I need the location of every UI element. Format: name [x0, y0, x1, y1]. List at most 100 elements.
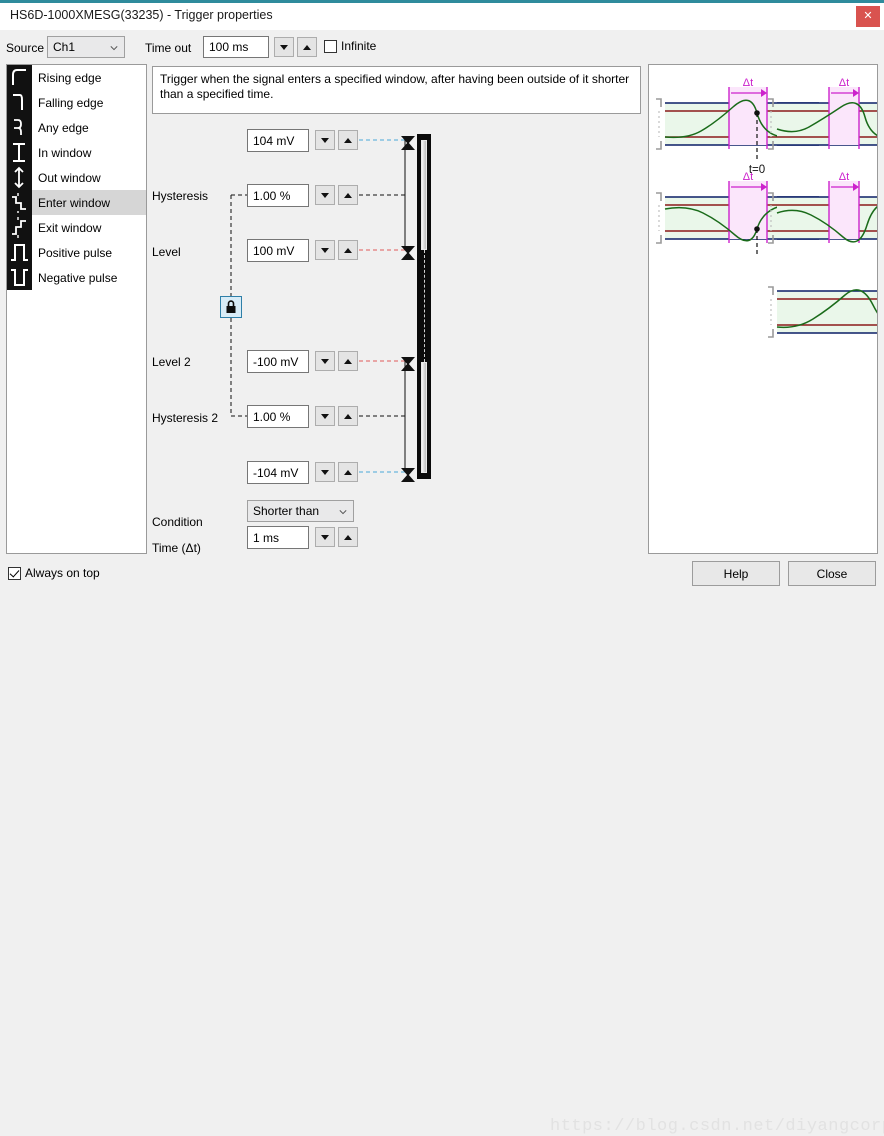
time-dt-decrement-button[interactable]	[315, 527, 335, 547]
chevron-up-icon	[344, 535, 352, 540]
lower-limit-input[interactable]	[247, 461, 309, 484]
time-dt-label: Time (Δt)	[152, 541, 201, 555]
trigger-list-item-label: Rising edge	[38, 71, 101, 85]
help-button[interactable]: Help	[692, 561, 780, 586]
source-select-value: Ch1	[53, 40, 75, 54]
slider-link-dash	[424, 250, 425, 362]
hysteresis2-label: Hysteresis 2	[152, 411, 218, 425]
level2-input[interactable]	[247, 350, 309, 373]
chevron-up-icon	[344, 138, 352, 143]
trigger-list-item-enter-window[interactable]: Enter window	[7, 190, 146, 215]
window-title: HS6D-1000XMESG(33235) - Trigger properti…	[10, 8, 273, 22]
trigger-list-item-label: Falling edge	[38, 96, 103, 110]
level-connector-lines	[152, 120, 641, 550]
timeout-decrement-button[interactable]	[274, 37, 294, 57]
hysteresis-increment-button[interactable]	[338, 185, 358, 205]
dt-label-1: Δt	[743, 77, 753, 89]
negative-pulse-icon	[7, 265, 32, 290]
hysteresis2-input[interactable]	[247, 405, 309, 428]
hysteresis2-increment-button[interactable]	[338, 406, 358, 426]
condition-select[interactable]: Shorter than	[247, 500, 354, 522]
chevron-down-icon	[339, 508, 347, 516]
level2-label: Level 2	[152, 355, 191, 369]
hysteresis-input[interactable]	[247, 184, 309, 207]
source-select[interactable]: Ch1	[47, 36, 125, 58]
hysteresis2-decrement-button[interactable]	[315, 406, 335, 426]
enter-window-icon	[7, 190, 32, 215]
condition-select-value: Shorter than	[253, 504, 319, 518]
chevron-down-icon	[280, 45, 288, 50]
window-close-button[interactable]: ✕	[856, 6, 880, 27]
chevron-down-icon	[110, 44, 118, 52]
watermark-text: https://blog.csdn.net/diyangcorp	[550, 1117, 884, 1136]
chevron-down-icon	[321, 535, 329, 540]
level-increment-button[interactable]	[338, 240, 358, 260]
positive-pulse-icon	[7, 240, 32, 265]
source-label: Source	[6, 41, 44, 55]
hysteresis-decrement-button[interactable]	[315, 185, 335, 205]
lower-limit-increment-button[interactable]	[338, 462, 358, 482]
level-decrement-button[interactable]	[315, 240, 335, 260]
always-on-top-label: Always on top	[25, 566, 100, 580]
trigger-description: Trigger when the signal enters a specifi…	[152, 66, 641, 114]
upper-limit-decrement-button[interactable]	[315, 130, 335, 150]
trigger-list-item-exit-window[interactable]: Exit window	[7, 215, 146, 240]
upper-limit-increment-button[interactable]	[338, 130, 358, 150]
upper-limit-marker	[401, 136, 415, 150]
infinite-checkbox[interactable]: Infinite	[324, 39, 376, 53]
infinite-label: Infinite	[341, 39, 376, 53]
level-marker	[401, 246, 415, 260]
out-window-icon	[7, 165, 32, 190]
preview-diagram-2: Δt	[768, 77, 877, 149]
title-bar: HS6D-1000XMESG(33235) - Trigger properti…	[0, 3, 884, 30]
any-edge-icon	[7, 115, 32, 140]
chevron-down-icon	[321, 138, 329, 143]
dt-label-4: Δt	[839, 171, 849, 183]
timeout-label: Time out	[145, 41, 191, 55]
timeout-increment-button[interactable]	[297, 37, 317, 57]
falling-edge-icon	[7, 90, 32, 115]
trigger-preview-panel: Δt t=0 Δt	[648, 64, 878, 554]
chevron-up-icon	[344, 470, 352, 475]
trigger-list-item-label: Positive pulse	[38, 246, 112, 260]
trigger-list-item-out-window[interactable]: Out window	[7, 165, 146, 190]
trigger-list-item-falling-edge[interactable]: Falling edge	[7, 90, 146, 115]
exit-window-icon	[7, 215, 32, 240]
trigger-list-item-negative-pulse[interactable]: Negative pulse	[7, 265, 146, 290]
trigger-properties-window: HS6D-1000XMESG(33235) - Trigger properti…	[0, 0, 884, 592]
level2-marker	[401, 357, 415, 371]
timeout-input[interactable]	[203, 36, 269, 58]
chevron-down-icon	[321, 414, 329, 419]
trigger-list-item-any-edge[interactable]: Any edge	[7, 115, 146, 140]
rising-edge-icon	[7, 65, 32, 90]
upper-limit-input[interactable]	[247, 129, 309, 152]
in-window-icon	[7, 140, 32, 165]
chevron-up-icon	[344, 359, 352, 364]
chevron-up-icon	[344, 414, 352, 419]
trigger-list-item-rising-edge[interactable]: Rising edge	[7, 65, 146, 90]
lock-levels-toggle[interactable]	[220, 296, 242, 318]
dt-label-3: Δt	[743, 171, 753, 183]
trigger-list-item-in-window[interactable]: In window	[7, 140, 146, 165]
level2-increment-button[interactable]	[338, 351, 358, 371]
trigger-list-item-label: Any edge	[38, 121, 89, 135]
lower-limit-decrement-button[interactable]	[315, 462, 335, 482]
slider-thumb-upper[interactable]	[421, 140, 427, 250]
always-on-top-checkbox[interactable]: Always on top	[8, 566, 100, 580]
toolbar: Source Ch1 Time out Infinite	[0, 36, 884, 62]
lower-limit-marker	[401, 468, 415, 482]
chevron-down-icon	[321, 248, 329, 253]
lock-icon	[221, 297, 241, 317]
time-dt-increment-button[interactable]	[338, 527, 358, 547]
level-input[interactable]	[247, 239, 309, 262]
chevron-down-icon	[321, 193, 329, 198]
close-button[interactable]: Close	[788, 561, 876, 586]
close-icon: ✕	[863, 10, 872, 22]
checkbox-box	[8, 567, 21, 580]
trigger-list-item-positive-pulse[interactable]: Positive pulse	[7, 240, 146, 265]
time-dt-input[interactable]	[247, 526, 309, 549]
trigger-type-list[interactable]: Rising edge Falling edge Any edge In window…	[6, 64, 147, 554]
trigger-list-item-label: Out window	[38, 171, 101, 185]
level2-decrement-button[interactable]	[315, 351, 335, 371]
slider-thumb-lower[interactable]	[421, 362, 427, 473]
